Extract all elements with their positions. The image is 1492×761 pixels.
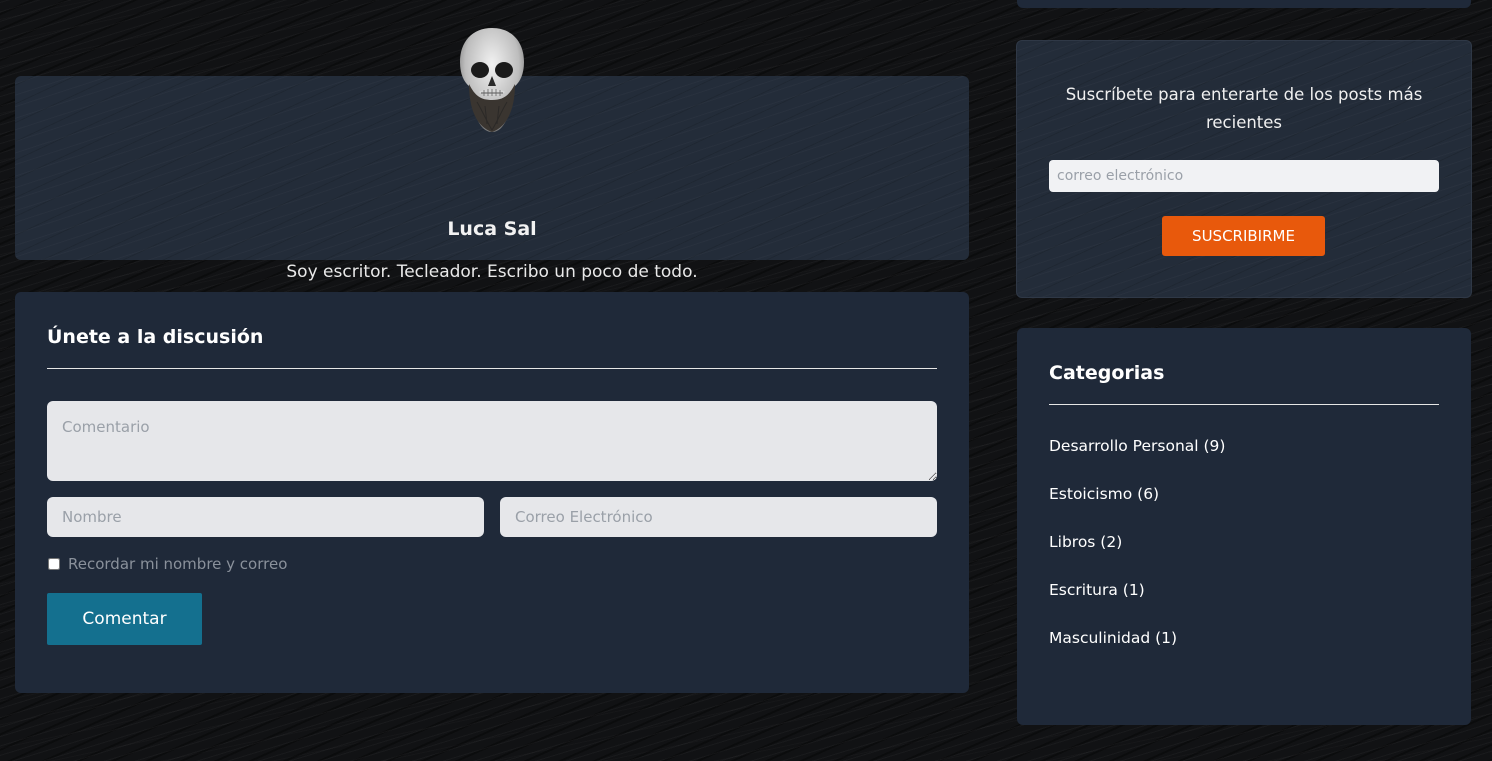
subscribe-text: Suscríbete para enterarte de los posts m… bbox=[1065, 85, 1423, 132]
author-bio: Soy escritor. Tecleador. Escribo un poco… bbox=[286, 262, 698, 282]
subscribe-card: Suscríbete para enterarte de los posts m… bbox=[1016, 40, 1472, 298]
email-field[interactable] bbox=[500, 497, 937, 537]
divider bbox=[1049, 404, 1439, 405]
category-link[interactable]: Libros (2) bbox=[1049, 533, 1225, 581]
subscribe-email-field[interactable] bbox=[1049, 160, 1439, 192]
remember-checkbox[interactable] bbox=[48, 558, 60, 570]
remember-label[interactable]: Recordar mi nombre y correo bbox=[68, 555, 287, 573]
category-link[interactable]: Masculinidad (1) bbox=[1049, 629, 1225, 677]
categories-title: Categorias bbox=[1049, 362, 1165, 384]
category-link[interactable]: Escritura (1) bbox=[1049, 581, 1225, 629]
discussion-card: Únete a la discusión Recordar mi nombre … bbox=[15, 292, 969, 693]
author-name: Luca Sal bbox=[447, 218, 537, 240]
remember-row: Recordar mi nombre y correo bbox=[48, 555, 287, 573]
divider bbox=[47, 368, 937, 369]
name-field[interactable] bbox=[47, 497, 484, 537]
category-link[interactable]: Desarrollo Personal (9) bbox=[1049, 437, 1225, 485]
category-link[interactable]: Estoicismo (6) bbox=[1049, 485, 1225, 533]
discussion-title: Únete a la discusión bbox=[47, 326, 264, 348]
comment-button[interactable]: Comentar bbox=[47, 593, 202, 645]
sidebar-card-top bbox=[1017, 0, 1471, 8]
comment-field[interactable] bbox=[47, 401, 937, 481]
skull-avatar-icon bbox=[460, 28, 524, 132]
subscribe-button[interactable]: SUSCRIBIRME bbox=[1162, 216, 1325, 256]
categories-list: Desarrollo Personal (9) Estoicismo (6) L… bbox=[1049, 437, 1225, 677]
categories-card: Categorias Desarrollo Personal (9) Estoi… bbox=[1017, 328, 1471, 725]
